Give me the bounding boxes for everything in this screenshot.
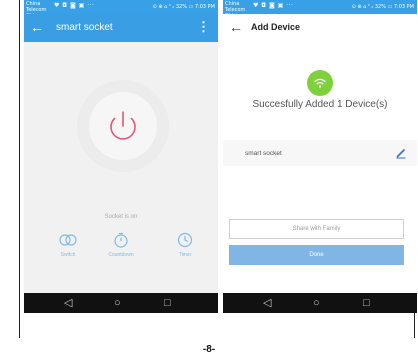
nav-home-icon[interactable]: ○ xyxy=(313,296,320,310)
power-icon xyxy=(110,111,136,140)
page-title: smart socket xyxy=(56,22,113,33)
timer-control[interactable]: Timer xyxy=(165,232,205,258)
system-nav-bar: ◁ ○ □ xyxy=(24,293,218,313)
switch-label: Switch xyxy=(60,252,76,258)
nav-back-icon[interactable]: ◁ xyxy=(64,296,72,310)
notification-icons: ♥ ◘ ◙ ▣ ··· xyxy=(54,2,95,9)
switch-control[interactable]: Switch xyxy=(48,232,88,258)
more-menu-icon[interactable]: ⋮ xyxy=(197,20,210,34)
nav-back-icon[interactable]: ◁ xyxy=(263,296,271,310)
countdown-icon xyxy=(114,232,128,248)
status-bar: China Telecom China Mobile ♥ ◘ ◙ ▣ ··· ⊙… xyxy=(24,0,218,25)
edit-pencil-icon[interactable] xyxy=(395,147,407,159)
device-name: smart socket xyxy=(245,150,282,157)
success-message: Succesfully Added 1 Device(s) xyxy=(252,99,388,110)
app-bar: ← Add Device xyxy=(223,14,417,42)
nav-recent-icon[interactable]: □ xyxy=(363,296,370,310)
notification-icons: ♥ ◘ ◙ ▣ ··· xyxy=(253,2,294,9)
wifi-icon xyxy=(314,78,326,88)
back-arrow-icon[interactable]: ← xyxy=(229,19,243,35)
timer-label: Timer xyxy=(178,252,192,258)
nav-recent-icon[interactable]: □ xyxy=(164,296,171,310)
smart-socket-screen: China Telecom China Mobile ♥ ◘ ◙ ▣ ··· ⊙… xyxy=(24,0,218,313)
app-bar: ← smart socket ⋮ xyxy=(24,14,218,42)
wifi-success-icon xyxy=(307,70,333,96)
switch-icon xyxy=(59,234,77,246)
socket-status-text: Socket is on xyxy=(104,214,138,220)
timer-icon xyxy=(177,232,193,248)
done-button[interactable]: Done xyxy=(229,245,404,265)
status-right-text: ⊙ ⊕ ⌂ ² ᵢₗ 32% ▭ 7:03 PM xyxy=(152,4,215,10)
page-number: -8- xyxy=(202,344,216,355)
countdown-label: Countdown xyxy=(108,252,134,258)
status-bar: China Telecom China Mobile ♥ ◘ ◙ ▣ ··· ⊙… xyxy=(223,0,417,25)
nav-home-icon[interactable]: ○ xyxy=(114,296,121,310)
page-title: Add Device xyxy=(251,22,301,32)
system-nav-bar: ◁ ○ □ xyxy=(223,293,417,313)
status-right-text: ⊙ ⊕ ⌂ ² ᵢₗ 32% ▭ 7:03 PM xyxy=(351,4,414,10)
back-arrow-icon[interactable]: ← xyxy=(30,19,44,35)
add-device-screen: China Telecom China Mobile ♥ ◘ ◙ ▣ ··· ⊙… xyxy=(223,0,417,313)
countdown-control[interactable]: Countdown xyxy=(101,232,141,258)
share-with-family-button[interactable]: Share with Family xyxy=(229,219,404,239)
device-list-item[interactable]: smart socket xyxy=(223,140,417,166)
left-border-line xyxy=(19,0,20,338)
